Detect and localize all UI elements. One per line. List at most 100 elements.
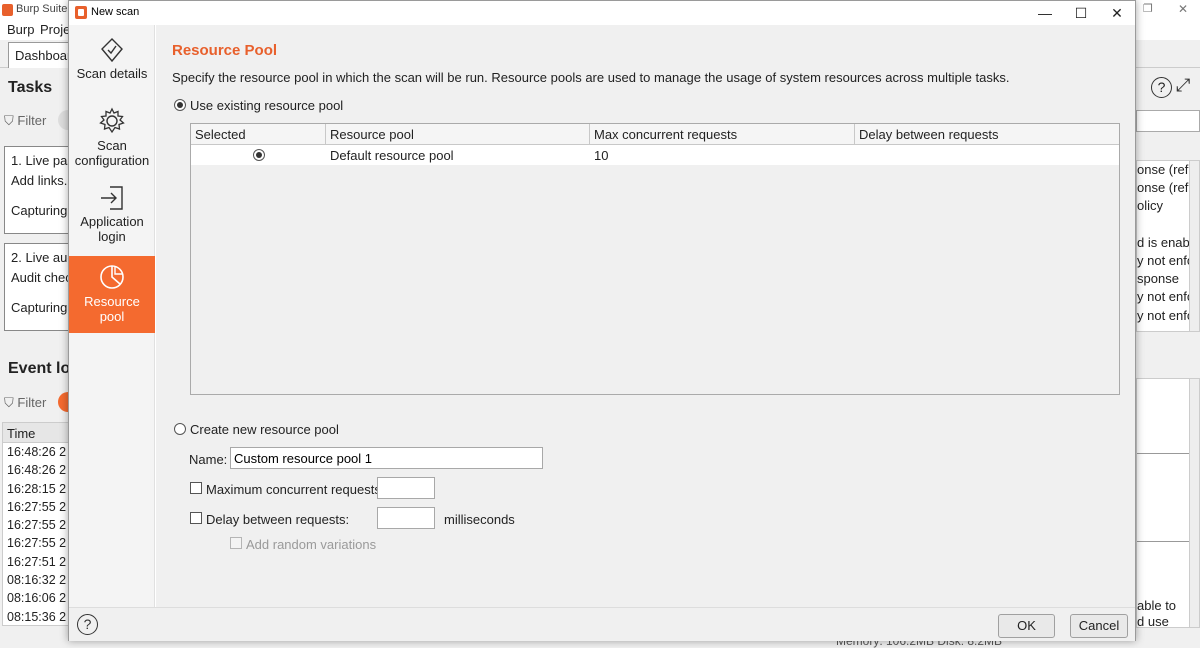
random-variations-checkbox[interactable]	[230, 537, 242, 549]
filter-icon: ⛉	[4, 113, 14, 128]
filter-icon: ⛉	[4, 395, 14, 410]
scan-details-icon	[101, 38, 123, 63]
nav-item-label: Resource	[84, 294, 140, 309]
column-header-selected[interactable]: Selected	[191, 124, 326, 144]
table-row[interactable]: 16:48:26 2	[3, 461, 69, 479]
new-scan-dialog: New scan — ☐ ✕ Scan details Scan configu…	[68, 0, 1136, 641]
bg-search-box[interactable]	[1136, 110, 1200, 132]
event-log-heading: Event lo	[8, 360, 71, 377]
issues-scrollbar[interactable]	[1189, 161, 1199, 331]
task-card-line: 2. Live auc	[11, 250, 70, 265]
delay-label[interactable]: Delay between requests:	[206, 512, 349, 527]
burp-app-icon	[2, 4, 13, 16]
max-concurrent-label[interactable]: Maximum concurrent requests:	[206, 482, 384, 497]
column-header-delay[interactable]: Delay between requests	[855, 124, 1119, 144]
dialog-footer: ? OK Cancel	[69, 607, 1135, 641]
section-description: Specify the resource pool in which the s…	[172, 70, 1010, 85]
event-log-table: Time 16:48:26 2 16:48:26 2 16:28:15 2 16…	[2, 422, 70, 626]
column-header-resource-pool[interactable]: Resource pool	[326, 124, 590, 144]
use-existing-label[interactable]: Use existing resource pool	[190, 98, 343, 113]
max-concurrent-input[interactable]	[377, 477, 435, 499]
task-card[interactable]: 2. Live auc Audit chec Capturing:	[4, 243, 70, 331]
table-row[interactable]: 08:15:36 2	[3, 608, 69, 625]
ok-button[interactable]: OK	[998, 614, 1055, 638]
minimize-button[interactable]: —	[1027, 1, 1063, 25]
delay-checkbox[interactable]	[190, 512, 202, 524]
table-row[interactable]: 08:16:32 2	[3, 571, 69, 589]
cancel-button[interactable]: Cancel	[1070, 614, 1128, 638]
event-table-header[interactable]: Time	[3, 423, 69, 443]
divider	[1137, 453, 1191, 454]
nav-item-scan-details[interactable]: Scan details	[69, 37, 155, 107]
bg-restore-icon[interactable]: ❐	[1143, 2, 1153, 15]
create-new-label[interactable]: Create new resource pool	[190, 422, 339, 437]
menu-burp[interactable]: Burp	[7, 22, 34, 37]
table-row[interactable]: 16:27:55 2	[3, 516, 69, 534]
task-card-line	[11, 288, 63, 298]
nav-item-application-login[interactable]: Application login	[69, 185, 155, 257]
burp-app-icon	[75, 6, 87, 19]
detail-text: d use	[1137, 614, 1169, 628]
table-row[interactable]: 16:27:55 2	[3, 498, 69, 516]
detail-scrollbar[interactable]	[1189, 379, 1199, 627]
help-icon[interactable]: ?	[77, 614, 98, 635]
bg-close-icon[interactable]: ✕	[1178, 2, 1188, 16]
task-card-line	[11, 191, 63, 201]
nav-item-label: pool	[99, 309, 125, 324]
gear-icon	[99, 107, 125, 134]
task-card-line: Add links.	[11, 173, 68, 188]
maximize-button[interactable]: ☐	[1063, 1, 1099, 25]
bg-expand-icon[interactable]: ⤢	[1176, 75, 1190, 96]
tasks-filter-label: Filter	[17, 113, 47, 128]
task-card-line: Audit chec	[11, 270, 70, 285]
table-row[interactable]: 16:48:26 2	[3, 443, 69, 461]
nav-item-label: configuration	[74, 153, 150, 168]
dialog-nav: Scan details Scan configuration Applicat…	[69, 25, 155, 607]
issue-detail-panel: able to d use	[1136, 378, 1200, 628]
use-existing-radio[interactable]	[174, 99, 186, 111]
event-filter-label: Filter	[17, 395, 47, 410]
table-row[interactable]: Default resource pool 10	[191, 145, 1119, 165]
nav-item-scan-configuration[interactable]: Scan configuration	[69, 107, 155, 181]
issues-list: onse (refle onse (refle olicy d is enabl…	[1136, 160, 1200, 332]
nav-item-resource-pool[interactable]: Resource pool	[69, 256, 155, 333]
row-selected-radio[interactable]	[253, 149, 265, 161]
table-header: Selected Resource pool Max concurrent re…	[191, 124, 1119, 145]
tab-dashboard[interactable]: Dashboar	[8, 42, 70, 68]
nav-item-label: Application	[80, 214, 144, 229]
task-card[interactable]: 1. Live pas Add links. Capturing:	[4, 146, 70, 234]
nav-item-label: login	[98, 229, 126, 244]
cell-max-concurrent: 10	[594, 148, 609, 163]
table-row[interactable]: 16:27:55 2	[3, 534, 69, 552]
task-card-line: Capturing:	[11, 300, 70, 315]
delay-input[interactable]	[377, 507, 435, 529]
divider	[1137, 541, 1191, 542]
tasks-heading: Tasks	[8, 79, 53, 96]
random-variations-label: Add random variations	[246, 537, 377, 552]
menu-project[interactable]: Proje	[40, 22, 70, 37]
task-card-line: Capturing:	[11, 203, 70, 218]
cell-delay	[855, 145, 1119, 165]
name-field[interactable]	[230, 447, 543, 469]
close-button[interactable]: ✕	[1099, 1, 1135, 25]
max-concurrent-checkbox[interactable]	[190, 482, 202, 494]
task-card-line: 1. Live pas	[11, 153, 70, 168]
resource-pool-panel: Resource Pool Specify the resource pool …	[156, 25, 1135, 607]
table-row[interactable]: 08:16:06 2	[3, 589, 69, 607]
cell-resource-pool: Default resource pool	[330, 148, 454, 163]
table-row[interactable]: 16:28:15 2	[3, 480, 69, 498]
name-label: Name:	[189, 452, 228, 467]
login-arrow-icon	[101, 186, 123, 210]
nav-item-label: Scan details	[76, 66, 148, 81]
resource-pool-table: Selected Resource pool Max concurrent re…	[190, 123, 1120, 395]
delay-unit-label: milliseconds	[444, 512, 515, 527]
nav-item-label: Scan	[97, 138, 127, 153]
bg-help-icon[interactable]: ?	[1151, 77, 1172, 98]
table-row[interactable]: 16:27:51 2	[3, 553, 69, 571]
dialog-titlebar[interactable]: New scan — ☐ ✕	[69, 1, 1135, 25]
create-new-radio[interactable]	[174, 423, 186, 435]
column-header-max-concurrent[interactable]: Max concurrent requests	[590, 124, 855, 144]
pie-chart-icon	[100, 265, 124, 289]
section-title: Resource Pool	[172, 42, 278, 59]
dialog-title: New scan	[91, 6, 140, 18]
